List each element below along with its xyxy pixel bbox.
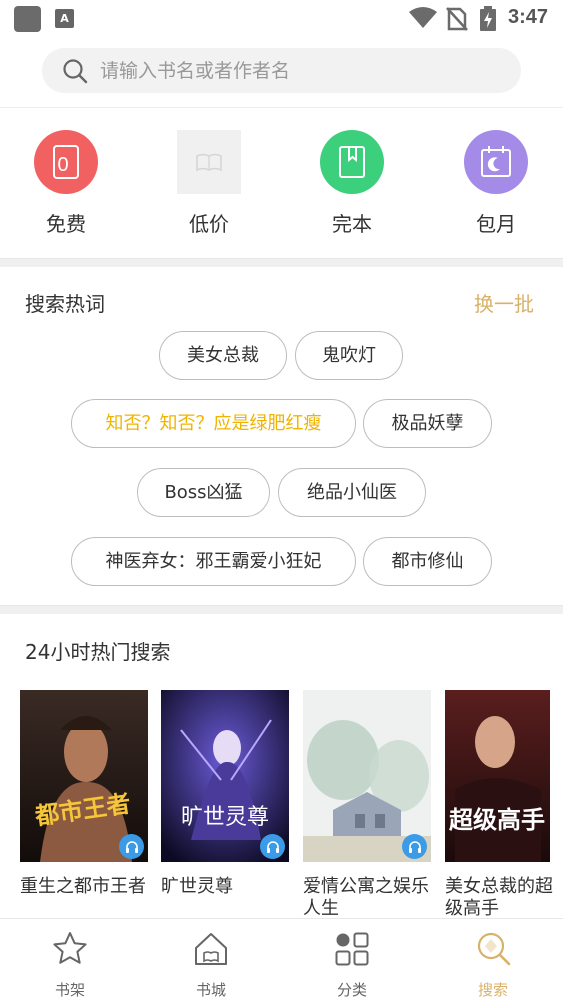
hot-word-tag-highlighted[interactable]: 知否？知否？应是绿肥红瘦 [71, 399, 356, 448]
free-icon: 0 [34, 130, 98, 194]
nav-label: 书架 [54, 981, 85, 999]
hot-word-tag[interactable]: 极品妖孽 [363, 399, 492, 448]
nav-label: 分类 [336, 981, 367, 999]
hot-word-tag[interactable]: 绝品小仙医 [278, 468, 426, 517]
category-monthly[interactable]: 包月 [446, 130, 546, 237]
section-divider [0, 605, 563, 614]
category-label: 低价 [189, 212, 229, 236]
hot-word-tag[interactable]: 鬼吹灯 [295, 331, 403, 380]
cover-title-text: 旷世灵尊 [181, 805, 269, 830]
book-cover: 都市王者 [20, 690, 148, 862]
category-grid-icon [335, 932, 369, 966]
divider [0, 107, 563, 108]
category-finished[interactable]: 完本 [302, 130, 402, 237]
search-bar[interactable] [42, 48, 521, 93]
book-card[interactable]: 爱情公寓之娱乐人生 [303, 690, 431, 920]
low-price-icon [177, 130, 241, 194]
keyboard-a-icon: A [55, 9, 74, 28]
clock-time: 3:47 [508, 6, 549, 28]
book-cover: 超级高手 [445, 690, 550, 862]
hot-word-tag[interactable]: Boss凶猛 [137, 468, 270, 517]
app-notification-icon [14, 6, 41, 32]
nav-label: 书城 [195, 981, 226, 999]
book-title: 爱情公寓之娱乐人生 [303, 876, 429, 919]
headphones-icon [266, 840, 279, 853]
hot-words-title: 搜索热词 [25, 292, 105, 316]
hot-word-tag[interactable]: 美女总裁 [159, 331, 287, 380]
book-card[interactable]: 超级高手 美女总裁的超级高手 [445, 690, 563, 920]
book-cover: 旷世灵尊 [161, 690, 289, 862]
book-card[interactable]: 旷世灵尊 旷世灵尊 [161, 690, 289, 920]
hot-word-tag[interactable]: 神医弃女：邪王霸爱小狂妃 [71, 537, 356, 586]
audio-book-badge [119, 834, 144, 859]
search-input[interactable] [100, 48, 500, 93]
book-title: 旷世灵尊 [161, 876, 233, 897]
refresh-button[interactable]: 换一批 [474, 288, 534, 317]
headphones-icon [125, 840, 138, 853]
wifi-icon [409, 7, 437, 28]
no-sim-icon [446, 7, 468, 31]
status-bar: A 3:47 [0, 0, 563, 38]
nav-tab-search[interactable]: 搜索 [453, 929, 533, 1000]
category-label: 免费 [46, 212, 86, 236]
search-tab-icon [477, 932, 511, 966]
free-icon-glyph: 0 [57, 154, 68, 176]
monthly-calendar-icon [464, 130, 528, 194]
hot-word-tag[interactable]: 都市修仙 [363, 537, 492, 586]
nav-label: 搜索 [477, 981, 508, 999]
book-title: 美女总裁的超级高手 [445, 876, 553, 919]
battery-charging-icon [480, 6, 496, 31]
nav-tab-bookshelf[interactable]: 书架 [30, 929, 110, 1000]
audio-book-badge [260, 834, 285, 859]
category-free[interactable]: 0 免费 [16, 130, 116, 237]
book-card[interactable]: 都市王者 重生之都市王者 [20, 690, 148, 920]
bookshelf-star-icon [53, 932, 87, 964]
search-icon [63, 59, 88, 84]
nav-tab-bookstore[interactable]: 书城 [171, 929, 251, 1000]
audio-book-badge [402, 834, 427, 859]
bottom-navigation: 书架 书城 分类 搜索 [0, 918, 563, 1002]
headphones-icon [408, 840, 421, 853]
finished-book-icon [320, 130, 384, 194]
nav-tab-category[interactable]: 分类 [312, 929, 392, 1000]
hot-search-title: 24小时热门搜索 [25, 640, 171, 664]
book-title: 重生之都市王者 [20, 876, 146, 897]
bookstore-house-icon [195, 933, 227, 965]
category-low-price[interactable]: 低价 [159, 130, 259, 237]
cover-title-text: 超级高手 [449, 805, 545, 834]
section-divider [0, 258, 563, 267]
book-cover [303, 690, 431, 862]
category-label: 完本 [332, 212, 372, 236]
category-label: 包月 [476, 212, 516, 236]
